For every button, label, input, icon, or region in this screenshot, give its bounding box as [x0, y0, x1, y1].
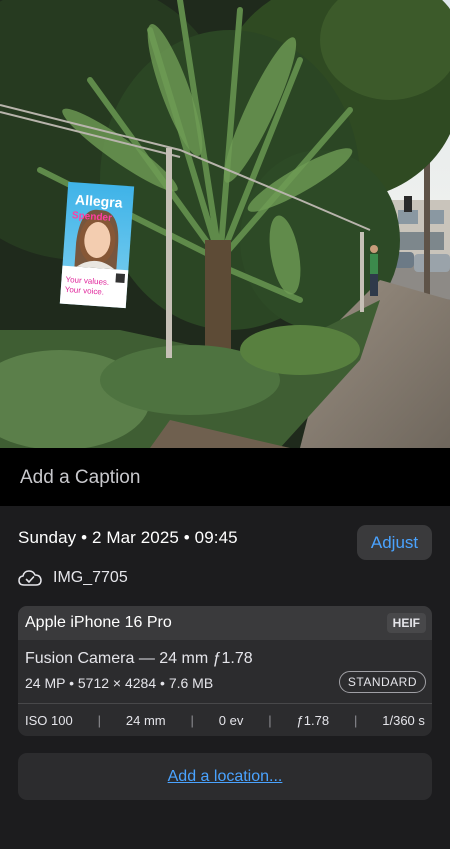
file-row: IMG_7705 [18, 566, 128, 590]
exif-divider: | [268, 712, 272, 728]
image-specs-label: 24 MP • 5712 × 4284 • 7.6 MB [25, 675, 214, 691]
sign-name: Allegra [75, 191, 124, 210]
location-button[interactable]: Add a location... [18, 753, 432, 800]
caption-input[interactable] [18, 448, 422, 508]
exif-divider: | [190, 712, 194, 728]
camera-card-header: Apple iPhone 16 Pro HEIF [18, 606, 432, 640]
photographic-style-badge: STANDARD [338, 671, 426, 693]
camera-info-card: Apple iPhone 16 Pro HEIF Fusion Camera —… [18, 606, 432, 736]
format-badge: HEIF [386, 613, 426, 633]
exposure-value: 0 ev [218, 712, 244, 728]
adjust-button[interactable]: Adjust [357, 525, 432, 560]
icloud-check-icon [18, 570, 42, 586]
focal-length-value: 24 mm [125, 712, 166, 728]
aperture-value: ƒ1.78 [296, 712, 330, 728]
street-photo: Allegra Spender Your values. Your voice. [0, 0, 450, 448]
add-location-link[interactable]: Add a location... [168, 768, 283, 786]
qr-code [115, 273, 126, 284]
lens-label: Fusion Camera — 24 mm ƒ1.78 [25, 650, 253, 667]
filename-label: IMG_7705 [53, 569, 128, 586]
shutter-speed-value: 1/360 s [382, 712, 425, 728]
date-time-label: Sunday • 2 Mar 2025 • 09:45 [18, 528, 238, 547]
device-name: Apple iPhone 16 Pro [25, 614, 172, 631]
exif-divider: | [97, 712, 101, 728]
photo-view[interactable]: Allegra Spender Your values. Your voice. [0, 0, 450, 448]
photo-info-panel: Sunday • 2 Mar 2025 • 09:45 Adjust IMG_7… [0, 506, 450, 849]
exif-row: ISO 100 | 24 mm | 0 ev | ƒ1.78 | 1/360 s [18, 704, 432, 736]
caption-bar [0, 448, 450, 508]
exif-divider: | [353, 712, 358, 728]
iso-value: ISO 100 [25, 712, 73, 728]
